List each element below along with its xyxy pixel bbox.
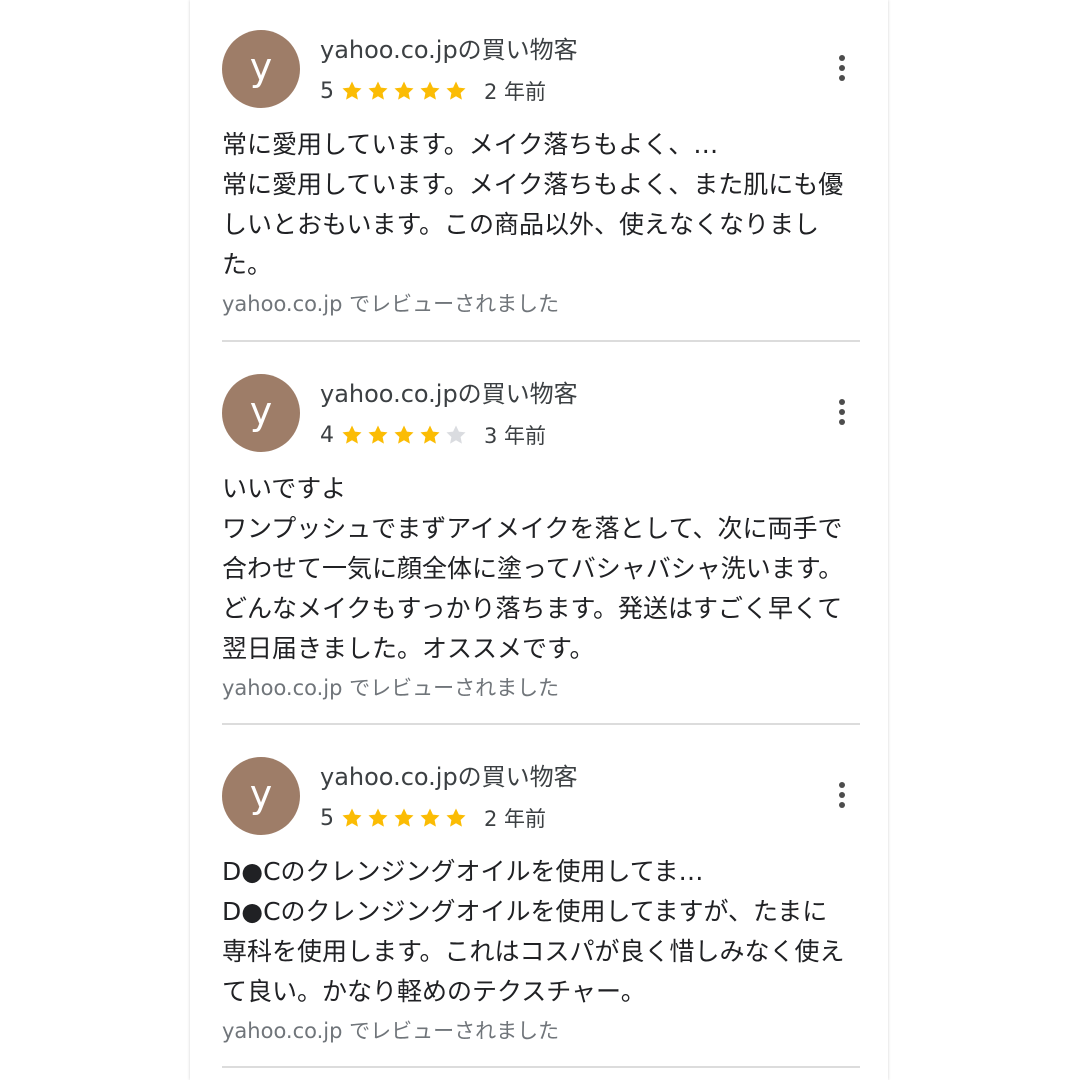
star-filled-icon [368, 425, 388, 444]
rating-row: 5 2 年前 [320, 803, 546, 833]
star-filled-icon [342, 425, 362, 444]
rating-row: 4 3 年前 [320, 420, 546, 450]
star-empty-icon [446, 425, 466, 444]
star-filled-icon [342, 808, 362, 827]
review-source: yahoo.co.jp でレビューされました [222, 292, 560, 316]
review-body: 常に愛用しています。メイク落ちもよく、また肌にも優しいとおもいます。この商品以外… [222, 170, 844, 279]
star-filled-icon [420, 808, 440, 827]
review-card: y yahoo.co.jpの買い物客 5 2 年前 常に愛用しています。メイク落… [222, 30, 860, 330]
review-snippet[interactable]: いいですよ [222, 469, 346, 505]
star-filled-icon [368, 808, 388, 827]
avatar: y [222, 30, 300, 108]
star-filled-icon [420, 81, 440, 100]
star-filled-icon [394, 81, 414, 100]
star-filled-icon [368, 81, 388, 100]
star-rating [340, 806, 470, 830]
more-options-icon[interactable] [830, 777, 854, 813]
reviewer-name: yahoo.co.jpの買い物客 [320, 763, 578, 791]
avatar: y [222, 757, 300, 835]
avatar: y [222, 374, 300, 452]
rating-row: 5 2 年前 [320, 76, 546, 106]
reviewer-name: yahoo.co.jpの買い物客 [320, 380, 578, 408]
star-filled-icon [342, 81, 362, 100]
review-snippet[interactable]: D●Cのクレンジングオイルを使用してま… [222, 852, 704, 888]
star-filled-icon [394, 808, 414, 827]
divider [222, 340, 860, 342]
star-filled-icon [446, 81, 466, 100]
more-options-icon[interactable] [830, 50, 854, 86]
review-card: y yahoo.co.jpの買い物客 5 2 年前 D●Cのクレンジングオイルを… [222, 757, 860, 1057]
review-source: yahoo.co.jp でレビューされました [222, 676, 560, 700]
star-filled-icon [394, 425, 414, 444]
star-rating [340, 79, 470, 103]
rating-number: 5 [320, 78, 334, 104]
more-options-icon[interactable] [830, 394, 854, 430]
review-date: 3 年前 [484, 424, 547, 448]
star-filled-icon [446, 808, 466, 827]
rating-number: 5 [320, 805, 334, 831]
review-card: y yahoo.co.jpの買い物客 4 3 年前 いいですよ ワンプッシュでま… [222, 374, 860, 714]
reviewer-name: yahoo.co.jpの買い物客 [320, 36, 578, 64]
review-date: 2 年前 [484, 80, 547, 104]
reviews-panel: y yahoo.co.jpの買い物客 5 2 年前 常に愛用しています。メイク落… [190, 0, 888, 1080]
review-source: yahoo.co.jp でレビューされました [222, 1019, 560, 1043]
divider [222, 723, 860, 725]
review-body: ワンプッシュでまずアイメイクを落として、次に両手で合わせて一気に顔全体に塗ってバ… [222, 514, 844, 663]
star-rating [340, 423, 470, 447]
review-snippet[interactable]: 常に愛用しています。メイク落ちもよく、… [222, 125, 718, 161]
rating-number: 4 [320, 422, 334, 448]
divider [222, 1066, 860, 1068]
review-date: 2 年前 [484, 807, 547, 831]
review-body: D●Cのクレンジングオイルを使用してますが、たまに専科を使用します。これはコスパ… [222, 897, 845, 1006]
star-filled-icon [420, 425, 440, 444]
